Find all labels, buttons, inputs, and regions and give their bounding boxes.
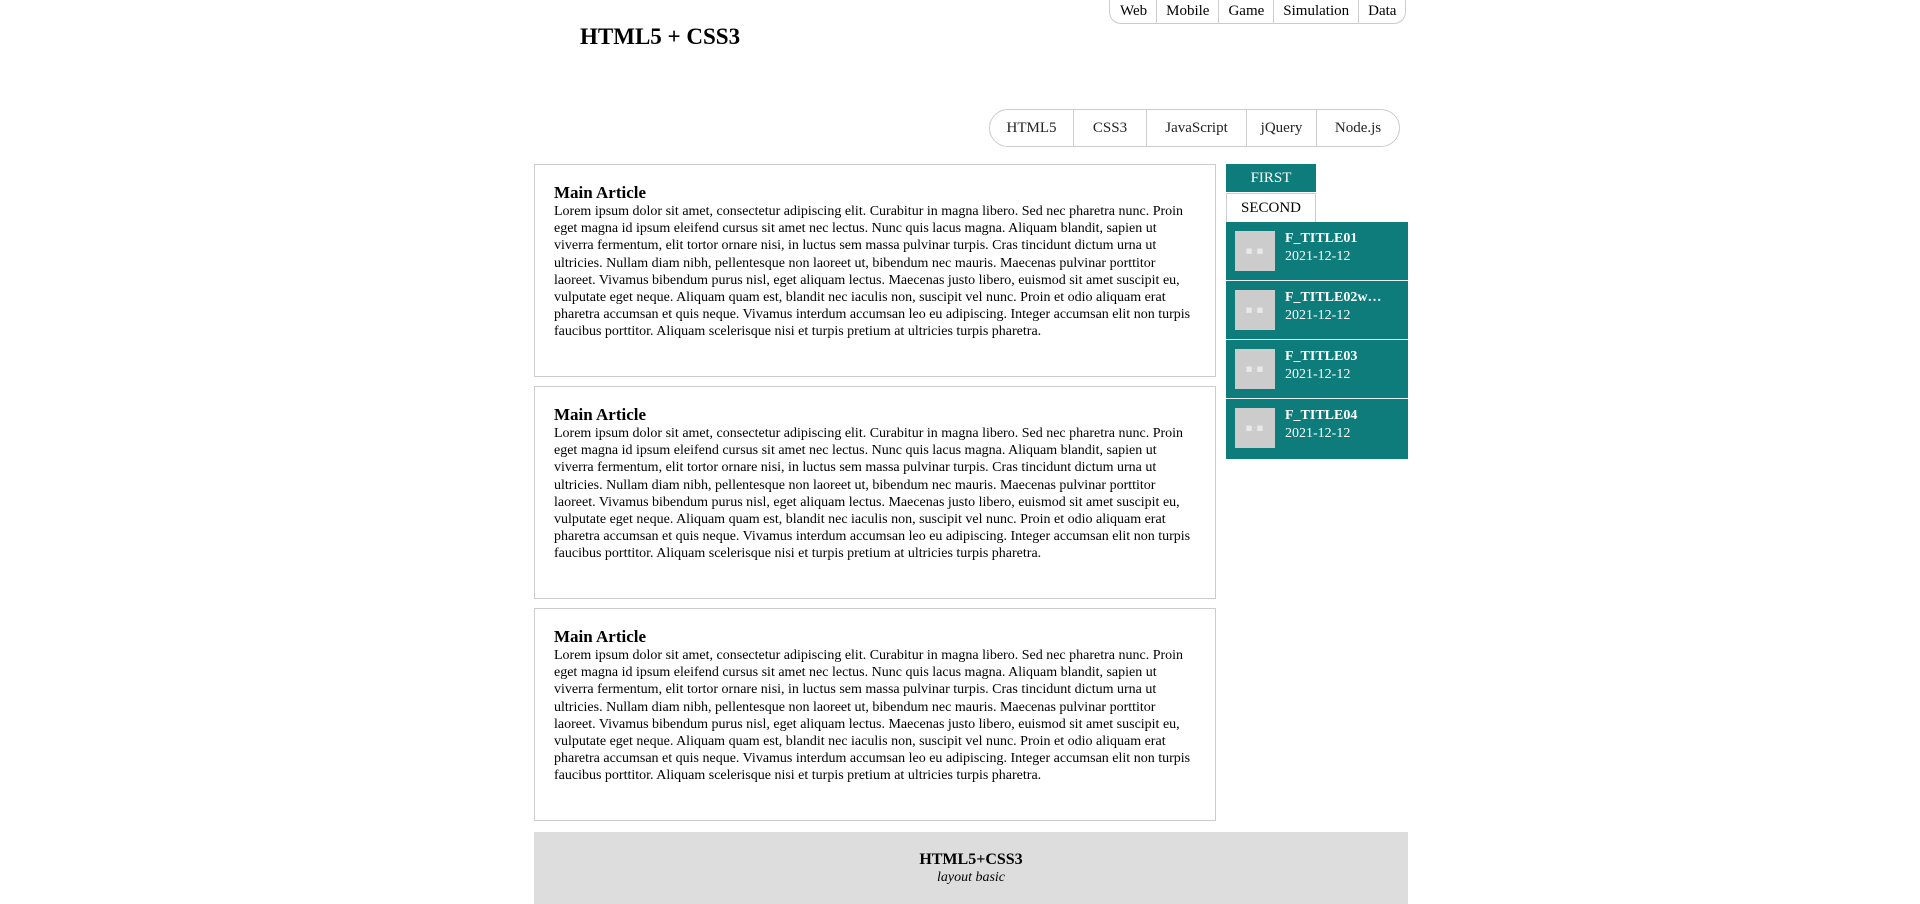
main-article-2: Main Article Lorem ipsum dolor sit amet,… [534, 386, 1216, 599]
sidebar-item-title: F_TITLE03 [1285, 349, 1358, 364]
thumbnail-image: ■·■ [1235, 349, 1275, 389]
nav-jquery[interactable]: jQuery [1246, 110, 1316, 146]
top-menu: Web Mobile Game Simulation Data [1109, 0, 1407, 24]
sidebar-item-date: 2021-12-12 [1285, 367, 1351, 382]
sidebar-item-3[interactable]: ■·■ F_TITLE03 2021-12-12 [1226, 340, 1408, 399]
article-body: Lorem ipsum dolor sit amet, consectetur … [554, 204, 1191, 340]
sidebar-item-1[interactable]: ■·■ F_TITLE01 2021-12-12 [1226, 222, 1408, 281]
main-nav: HTML5 CSS3 JavaScript jQuery Node.js [989, 109, 1400, 147]
footer-subtitle: layout basic [936, 870, 1006, 885]
sidebar-item-date: 2021-12-12 [1285, 249, 1351, 264]
thumbnail-image: ■·■ [1235, 290, 1275, 330]
article-body: Lorem ipsum dolor sit amet, consectetur … [554, 648, 1191, 784]
nav-html5[interactable]: HTML5 [990, 110, 1073, 146]
sidebar-item-date: 2021-12-12 [1285, 426, 1351, 441]
sidebar-item-title: F_TITLE01 [1285, 231, 1358, 246]
article-body: Lorem ipsum dolor sit amet, consectetur … [554, 426, 1191, 562]
main-article-3: Main Article Lorem ipsum dolor sit amet,… [534, 608, 1216, 821]
thumbnail-image: ■·■ [1235, 231, 1275, 271]
main-article-1: Main Article Lorem ipsum dolor sit amet,… [534, 164, 1216, 377]
top-menu-mobile[interactable]: Mobile [1156, 0, 1218, 23]
sidebar-item-4[interactable]: ■·■ F_TITLE04 2021-12-12 [1226, 399, 1408, 459]
article-title: Main Article [554, 627, 647, 646]
tab-first[interactable]: FIRST [1226, 164, 1316, 192]
site-title: HTML5 + CSS3 [580, 24, 741, 49]
nav-javascript[interactable]: JavaScript [1146, 110, 1246, 146]
top-menu-simulation[interactable]: Simulation [1273, 0, 1358, 23]
footer-title: HTML5+CSS3 [919, 851, 1023, 868]
top-menu-game[interactable]: Game [1218, 0, 1273, 23]
sidebar-item-title: F_TITLE04 [1285, 408, 1358, 423]
sidebar-list: ■·■ F_TITLE01 2021-12-12 ■·■ F_TITLE02w…… [1226, 222, 1408, 459]
sidebar-item-2[interactable]: ■·■ F_TITLE02w… 2021-12-12 [1226, 281, 1408, 340]
nav-nodejs[interactable]: Node.js [1316, 110, 1399, 146]
nav-css3[interactable]: CSS3 [1073, 110, 1146, 146]
article-title: Main Article [554, 405, 647, 424]
top-menu-data[interactable]: Data [1358, 0, 1405, 23]
top-menu-web[interactable]: Web [1110, 0, 1156, 23]
sidebar-item-title: F_TITLE02w… [1285, 290, 1382, 305]
tab-second[interactable]: SECOND [1226, 193, 1316, 222]
sidebar-item-date: 2021-12-12 [1285, 308, 1351, 323]
footer: HTML5+CSS3 layout basic [534, 832, 1408, 904]
page: Web Mobile Game Simulation Data HTML5 + … [0, 0, 1920, 904]
thumbnail-image: ■·■ [1235, 408, 1275, 448]
article-title: Main Article [554, 183, 647, 202]
